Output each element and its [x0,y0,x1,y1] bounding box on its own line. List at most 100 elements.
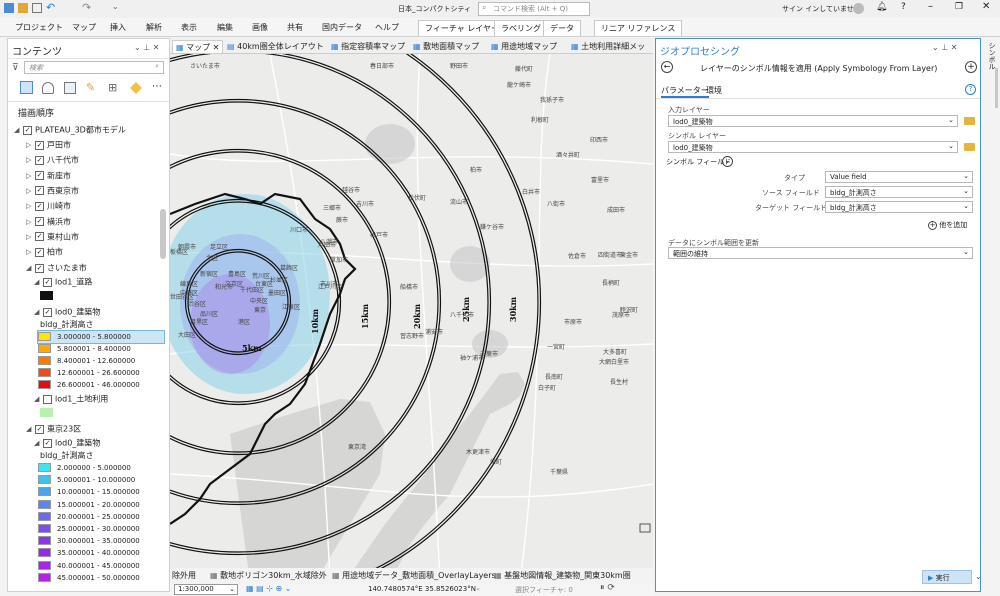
tab-share[interactable]: 共有 [287,22,303,33]
command-search-input[interactable]: ⌕ コマンド検索 (Alt + Q) [478,2,590,16]
minimize-icon[interactable]: – [928,1,933,12]
map-tab-main[interactable]: ▦ マップ ✕ [172,40,224,54]
layer-city[interactable]: ▷ ✓ 新座市 [26,169,71,183]
layer-checkbox[interactable]: ✓ [35,247,44,257]
expand-icon[interactable]: ▷ [26,153,35,167]
tab-view[interactable]: 表示 [181,22,197,33]
expand-icon[interactable]: ▷ [26,199,35,213]
scrollbar-thumb[interactable] [995,68,998,108]
tab-environments[interactable]: 環境 [706,85,722,96]
expand-icon[interactable]: ▷ [26,184,35,198]
legend-class[interactable]: 2.000000 - 5.000000 [38,462,164,474]
add-another-button[interactable]: + 他を追加 [928,220,967,230]
bottom-tab-zoning-overlay[interactable]: ▦ 用途地域データ_敷地面積_OverlayLayers [332,570,496,581]
scrollbar-thumb[interactable] [160,209,166,259]
collapse-icon[interactable]: ◢ [34,275,43,289]
collapse-icon[interactable]: ◢ [34,436,43,450]
collapse-icon[interactable]: ◢ [26,261,35,275]
filter-icon[interactable]: ⊽ [12,63,19,73]
avatar[interactable] [853,3,864,14]
tab-feature-layer[interactable]: フィーチャ レイヤー [418,20,507,36]
signin-text[interactable]: サイン インしていません [782,4,861,14]
map-tab-layout[interactable]: ▤ 40km圏全体レイアウト [224,40,327,54]
map-nav-icons[interactable]: ▦ ▤ ⊹ ⊕ ⌄ [246,584,291,593]
legend-class[interactable]: 3.000000 - 5.800000 [37,330,165,344]
tab-linear-referencing[interactable]: リニア リファレンス [594,20,683,36]
layer-building-tokyo[interactable]: ◢ ✓ lod0_建築物 [34,436,100,450]
bottom-tab-site-polygon[interactable]: ▦ 敷地ポリゴン30km_水域除外 [210,570,327,581]
list-by-drawing-order-icon[interactable] [20,81,33,94]
selected-features[interactable]: 選択フィーチャ: 0 [515,585,573,595]
tab-project[interactable]: プロジェクト [15,22,63,33]
layer-checkbox[interactable]: ✓ [35,263,44,273]
update-ranges-select[interactable]: 範囲の維持 ⌄ [668,247,973,259]
layer-city[interactable]: ▷ ✓ 柏市 [26,245,63,259]
more-icon[interactable]: ⋯ [152,81,162,92]
tab-map[interactable]: マップ [72,22,96,33]
target-field-select[interactable]: bldg_計測高さ ⌄ [825,201,973,213]
list-by-snapping-icon[interactable]: ⊞ [108,81,117,94]
collapse-icon[interactable]: ◢ [14,123,23,137]
tab-labeling[interactable]: ラベリング [494,20,548,36]
source-field-select[interactable]: bldg_計測高さ ⌄ [825,186,973,198]
legend-class[interactable]: 15.000001 - 20.000000 [38,499,164,511]
customize-icon[interactable]: ⌄ [112,2,119,11]
layer-checkbox[interactable]: ✓ [35,232,44,242]
layer-city[interactable]: ▷ ✓ 川崎市 [26,199,71,213]
layer-landuse[interactable]: ◢ lod1_土地利用 [34,392,108,406]
input-layer-select[interactable]: lod0_建築物 ⌄ [668,115,958,127]
list-by-labeling-icon[interactable] [130,82,142,94]
expand-icon[interactable]: ▷ [26,215,35,229]
layer-city[interactable]: ▷ ✓ 西東京市 [26,184,79,198]
layer-checkbox[interactable]: ✓ [35,155,44,165]
pane-options-icon[interactable]: ⌄ ⊥ ✕ [932,43,957,52]
type-select[interactable]: Value field ⌄ [825,171,973,183]
expand-icon[interactable]: ▷ [26,169,35,183]
expand-icon[interactable]: ▷ [26,245,35,259]
list-by-editing-icon[interactable]: ✎ [86,81,95,94]
layer-checkbox[interactable]: ✓ [35,424,44,434]
contents-search-input[interactable]: 検索 ⌕ [24,61,164,74]
legend-class[interactable]: 10.000001 - 15.000000 [38,486,164,498]
legend-class[interactable]: 25.000001 - 30.000000 [38,523,164,535]
collapse-icon[interactable]: ◢ [26,422,35,436]
layer-city[interactable]: ▷ ✓ 戸田市 [26,138,71,152]
pane-options-icon[interactable]: ⌄ ⊥ ✕ [134,43,159,52]
map-tab-far[interactable]: ▦ 指定容積率マップ [328,40,408,54]
undo-icon[interactable]: ↶ [46,1,55,14]
legend-class[interactable]: 20.000001 - 25.000000 [38,511,164,523]
browse-folder-icon[interactable] [964,143,975,151]
map-tab-zoning[interactable]: ▦ 用途地域マップ [488,40,560,54]
coord-format-icon[interactable]: ⌄ [475,584,481,592]
tab-domestic-data[interactable]: 国内データ [322,22,362,33]
map-tab-landuse[interactable]: ▦ 土地利用詳細メッ [568,40,648,54]
restore-icon[interactable]: ❐ [955,2,963,12]
collapse-icon[interactable]: ◢ [34,305,43,319]
layer-checkbox[interactable]: ✓ [35,171,44,181]
legend-class[interactable]: 45.000001 - 50.000000 [38,572,164,584]
run-button[interactable]: ▶ 実行 [922,570,972,584]
help-icon[interactable]: ? [901,2,906,12]
tab-help[interactable]: ヘルプ [375,22,399,33]
layer-checkbox[interactable]: ✓ [35,186,44,196]
layer-checkbox[interactable]: ✓ [23,125,32,135]
refresh-icon[interactable]: ⏸ ⟳ [600,583,615,593]
open-icon[interactable] [18,3,28,13]
layer-building-saitama[interactable]: ◢ ✓ lod0_建築物 [34,305,100,319]
layer-root[interactable]: ◢ ✓ PLATEAU_3D都市モデル [14,123,126,137]
collapse-icon[interactable]: ◢ [34,392,43,406]
layer-city[interactable]: ▷ ✓ 八千代市 [26,153,79,167]
tab-parameters[interactable]: パラメーター [661,85,709,98]
legend-class[interactable]: 12.600001 - 26.600000 [38,367,164,379]
tab-edit[interactable]: 編集 [217,22,233,33]
layer-saitama[interactable]: ◢ ✓ さいたま市 [26,261,87,275]
expand-icon[interactable]: ▷ [26,138,35,152]
expand-icon[interactable]: ▷ [26,230,35,244]
add-icon[interactable]: + [965,61,977,73]
legend-class[interactable]: 26.600001 - 46.000000 [38,379,164,391]
new-icon[interactable] [32,3,42,13]
close-icon[interactable]: ✕ [213,43,220,52]
redo-icon[interactable]: ↷ [82,1,91,14]
layer-city[interactable]: ▷ ✓ 横浜市 [26,215,71,229]
tab-data[interactable]: データ [543,20,581,36]
